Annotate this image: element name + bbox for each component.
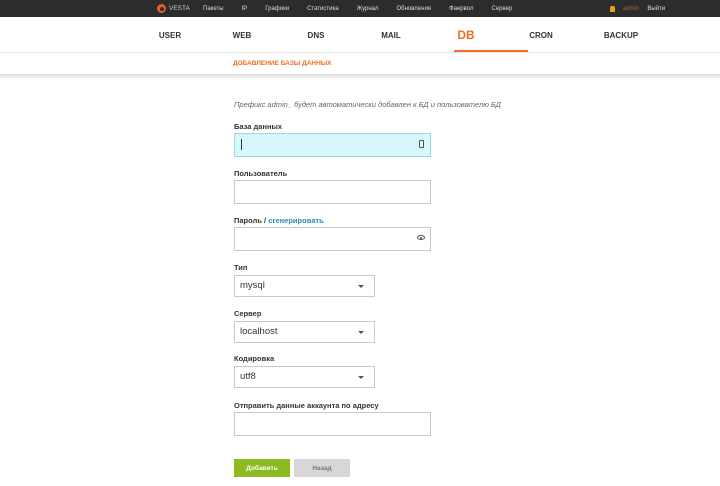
nav-backup[interactable]: BACKUP [600,17,642,53]
top-right: admin Выйти [610,0,665,17]
db-user-input[interactable] [234,180,431,204]
charset-label: Кодировка [234,354,275,363]
top-bar: VESTA Пакеты IP Графики Статистика Журна… [0,0,720,17]
password-input[interactable] [234,227,431,251]
top-menu-packages[interactable]: Пакеты [203,6,224,12]
nav-web[interactable]: WEB [222,17,262,53]
top-menu-firewall[interactable]: Фаервол [449,6,473,12]
user-label: Пользователь [234,169,288,178]
nav-active-underline [454,50,528,52]
logout-link[interactable]: Выйти [647,6,665,12]
bell-icon[interactable] [610,5,615,12]
top-menu-graphs[interactable]: Графики [265,6,289,12]
vesta-logo[interactable]: VESTA [157,3,190,14]
type-label: Тип [234,263,248,272]
nav-dns[interactable]: DNS [296,17,336,53]
user-link[interactable]: admin [623,6,639,12]
divider [0,74,720,78]
main-nav: USER WEB DNS MAIL DB CRON BACKUP [0,17,720,53]
charset-select[interactable]: utf8 [234,366,375,388]
nav-cron[interactable]: CRON [521,17,561,53]
chevron-down-icon [358,285,364,288]
nav-mail[interactable]: MAIL [371,17,411,53]
chevron-down-icon [358,331,364,334]
type-select-value: mysql [240,280,265,291]
generate-password-link[interactable]: сгенерировать [268,216,324,225]
password-label: Пароль / сгенерировать [234,216,324,225]
prefix-hint: Префикс admin_ будет автоматически добав… [234,100,501,109]
server-select-value: localhost [240,326,278,337]
breadcrumb: ДОБАВЛЕНИЕ БАЗЫ ДАННЫХ [233,60,332,67]
email-input[interactable] [234,412,431,436]
key-icon[interactable] [419,140,424,148]
top-menu-log[interactable]: Журнал [357,6,379,12]
database-input[interactable] [234,133,431,157]
vesta-logo-icon [157,4,166,13]
chevron-down-icon [358,376,364,379]
top-menu-ip[interactable]: IP [242,6,248,12]
top-menu-server[interactable]: Сервер [491,6,512,12]
server-label: Сервер [234,309,262,318]
type-select[interactable]: mysql [234,275,375,297]
email-label: Отправить данные аккаунта по адресу [234,401,379,410]
eye-icon[interactable] [417,235,425,240]
text-caret [241,139,242,150]
top-menu-updates[interactable]: Обновления [397,6,432,12]
password-label-text: Пароль / [234,216,267,225]
add-button[interactable]: Добавить [234,459,290,477]
database-label: База данных [234,122,283,131]
top-menu: Пакеты IP Графики Статистика Журнал Обно… [203,0,530,17]
charset-select-value: utf8 [240,371,256,382]
sub-bar: ДОБАВЛЕНИЕ БАЗЫ ДАННЫХ [0,54,720,75]
nav-user[interactable]: USER [150,17,190,53]
server-select[interactable]: localhost [234,321,375,343]
back-button[interactable]: Назад [294,459,350,477]
logo-text: VESTA [169,5,190,12]
top-menu-statistics[interactable]: Статистика [307,6,339,12]
nav-db[interactable]: DB [454,17,478,53]
